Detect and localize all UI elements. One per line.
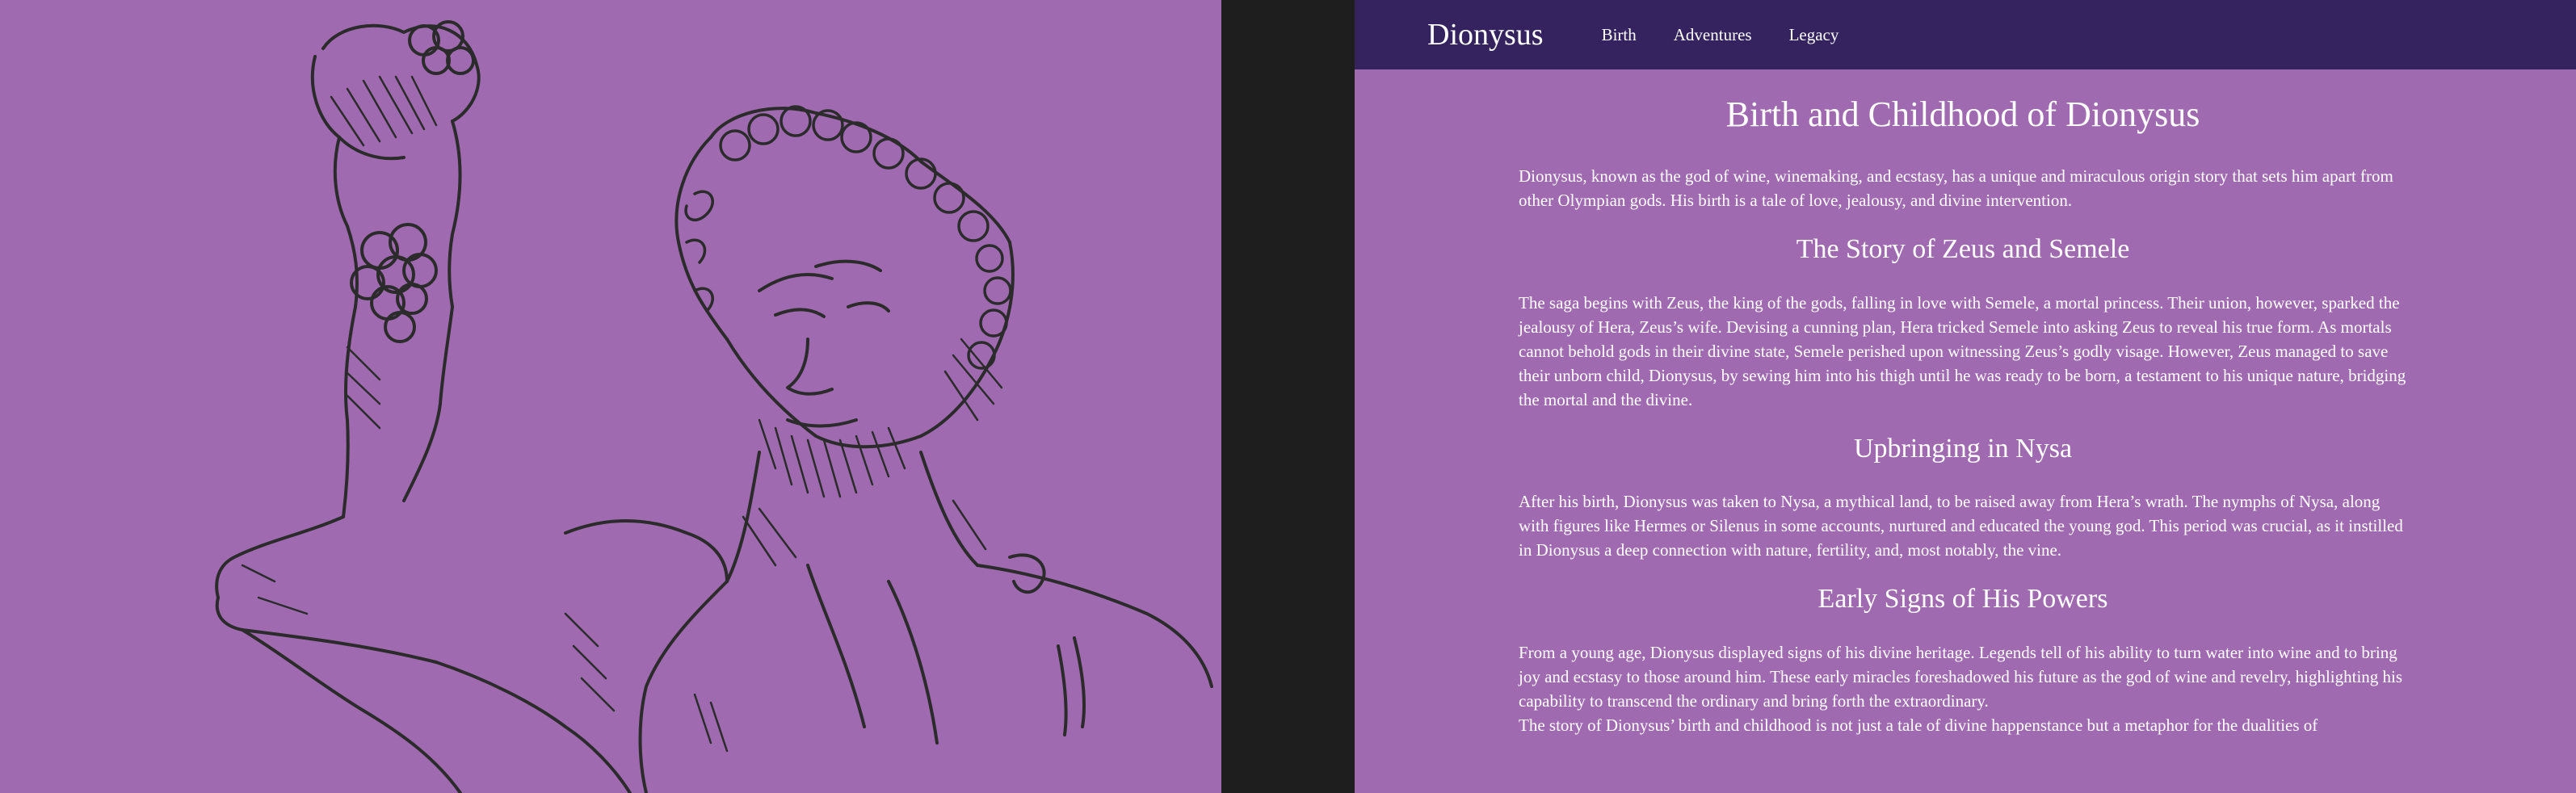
page: Dionysus Birth Adventures Legacy Birth a… xyxy=(0,0,2576,793)
navbar: Dionysus Birth Adventures Legacy xyxy=(1355,0,2576,69)
brand-logo[interactable]: Dionysus xyxy=(1427,17,1544,52)
artwork-panel xyxy=(0,0,1221,793)
section-body-zeus-semele: The saga begins with Zeus, the king of t… xyxy=(1519,292,2406,409)
nav-link-legacy[interactable]: Legacy xyxy=(1789,25,1839,45)
closing-paragraph: The story of Dionysus’ birth and childho… xyxy=(1519,715,2318,736)
section-heading-powers: Early Signs of His Powers xyxy=(1817,584,2108,615)
website-panel: Dionysus Birth Adventures Legacy Birth a… xyxy=(1355,0,2576,793)
dionysus-statue-sketch-icon xyxy=(215,20,1213,793)
section-heading-nysa: Upbringing in Nysa xyxy=(1853,433,2073,464)
nav-link-adventures[interactable]: Adventures xyxy=(1674,25,1752,45)
section-body-nysa: After his birth, Dionysus was taken to N… xyxy=(1519,492,2403,560)
article: Birth and Childhood of Dionysus Dionysus… xyxy=(1519,94,2407,737)
intro-paragraph: Dionysus, known as the god of wine, wine… xyxy=(1519,166,2393,210)
nav-links: Birth Adventures Legacy xyxy=(1602,25,1839,45)
page-title: Birth and Childhood of Dionysus xyxy=(1725,94,2200,134)
panel-divider xyxy=(1221,0,1355,793)
section-heading-zeus-semele: The Story of Zeus and Semele xyxy=(1796,233,2130,264)
nav-link-birth[interactable]: Birth xyxy=(1602,25,1637,45)
section-body-powers: From a young age, Dionysus displayed sig… xyxy=(1519,643,2403,711)
